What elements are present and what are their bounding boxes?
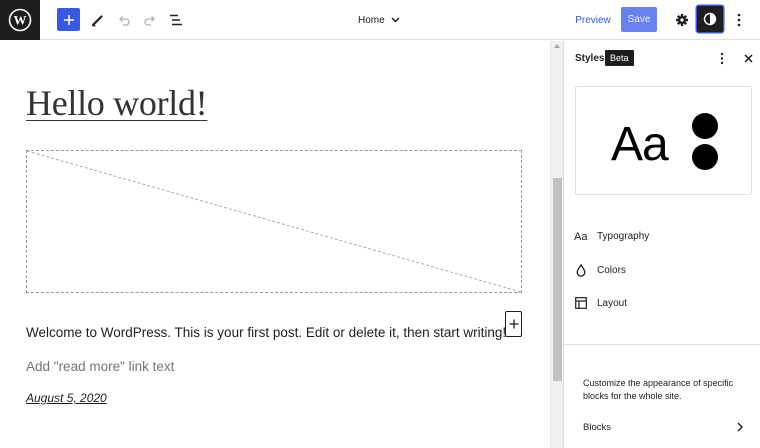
add-block-button[interactable] bbox=[505, 311, 522, 337]
wordpress-logo-icon: W bbox=[8, 8, 32, 32]
sidebar-divider bbox=[564, 344, 760, 345]
styles-sidebar: Styles Beta Aa Aa Typography Colors Layo… bbox=[563, 41, 760, 448]
sidebar-header: Styles Beta bbox=[564, 41, 760, 76]
block-inserter-button[interactable] bbox=[57, 8, 80, 31]
pencil-icon bbox=[91, 15, 103, 27]
more-vertical-icon bbox=[737, 13, 741, 27]
featured-image-placeholder[interactable] bbox=[26, 150, 522, 293]
sidebar-item-label: Layout bbox=[597, 297, 628, 309]
undo-button[interactable] bbox=[112, 8, 136, 32]
sidebar-item-label: Typography bbox=[597, 230, 650, 242]
save-button[interactable]: Save bbox=[621, 7, 657, 32]
editor-header: W Home Preview Save bbox=[0, 0, 760, 40]
wordpress-logo-button[interactable]: W bbox=[0, 0, 40, 40]
list-view-icon bbox=[170, 14, 182, 26]
list-view-button[interactable] bbox=[164, 8, 188, 32]
styles-toggle-button[interactable] bbox=[697, 6, 723, 32]
gear-icon bbox=[676, 14, 688, 26]
preview-button[interactable]: Preview bbox=[572, 8, 614, 32]
sidebar-options-button[interactable] bbox=[714, 49, 730, 67]
sidebar-item-label: Blocks bbox=[583, 421, 611, 433]
style-preview-color-dot bbox=[692, 144, 718, 170]
redo-button[interactable] bbox=[138, 8, 162, 32]
scroll-thumb[interactable] bbox=[553, 178, 562, 381]
sidebar-item-colors[interactable]: Colors bbox=[574, 258, 754, 282]
svg-text:Aa: Aa bbox=[574, 231, 588, 242]
droplet-icon bbox=[574, 263, 588, 277]
redo-icon bbox=[144, 16, 155, 26]
close-sidebar-button[interactable] bbox=[740, 49, 756, 67]
close-icon bbox=[743, 53, 753, 63]
document-title: Home bbox=[358, 14, 385, 26]
sidebar-title: Styles bbox=[575, 53, 605, 64]
style-preview-text: Aa bbox=[611, 118, 669, 171]
post-excerpt[interactable]: Welcome to WordPress. This is your first… bbox=[26, 325, 506, 340]
chevron-right-icon bbox=[737, 422, 743, 432]
post-title[interactable]: Hello world! bbox=[26, 82, 208, 124]
style-preview-card: Aa bbox=[575, 86, 752, 195]
typography-icon: Aa bbox=[574, 229, 588, 243]
editor-canvas: Hello world! Welcome to WordPress. This … bbox=[0, 41, 550, 448]
placeholder-diagonal bbox=[27, 151, 521, 292]
plus-icon bbox=[63, 14, 74, 25]
blocks-description: Customize the appearance of specific blo… bbox=[583, 378, 734, 401]
settings-button[interactable] bbox=[670, 8, 694, 32]
sidebar-item-typography[interactable]: Aa Typography bbox=[574, 224, 754, 248]
sidebar-item-layout[interactable]: Layout bbox=[574, 291, 754, 315]
canvas-scrollbar[interactable] bbox=[550, 41, 563, 448]
options-menu-button[interactable] bbox=[727, 8, 751, 32]
tools-button[interactable] bbox=[86, 8, 110, 32]
post-date[interactable]: August 5, 2020 bbox=[26, 391, 107, 405]
more-vertical-icon bbox=[720, 52, 724, 64]
style-preview-color-dot bbox=[692, 113, 718, 139]
svg-text:W: W bbox=[14, 13, 27, 28]
read-more-placeholder[interactable]: Add "read more" link text bbox=[26, 359, 174, 374]
beta-badge: Beta bbox=[605, 50, 634, 66]
scroll-up-arrow-icon[interactable] bbox=[554, 44, 560, 48]
chevron-down-icon bbox=[391, 17, 400, 23]
document-title-dropdown[interactable]: Home bbox=[358, 12, 400, 28]
plus-icon bbox=[509, 319, 518, 329]
sidebar-item-label: Colors bbox=[597, 264, 626, 276]
sidebar-item-blocks[interactable]: Blocks bbox=[583, 416, 743, 438]
half-circle-styles-icon bbox=[703, 12, 717, 26]
undo-icon bbox=[119, 16, 130, 26]
layout-icon bbox=[574, 296, 588, 310]
